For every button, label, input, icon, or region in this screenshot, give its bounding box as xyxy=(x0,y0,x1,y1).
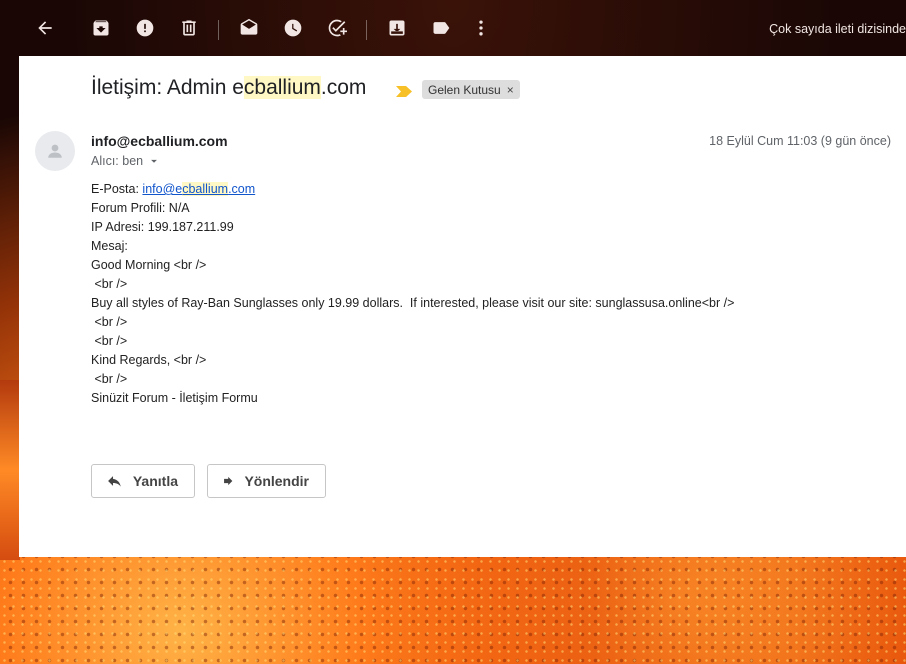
label-icon[interactable] xyxy=(429,16,453,40)
remove-label-icon[interactable]: × xyxy=(507,83,514,97)
recipient-details[interactable]: Alıcı: ben xyxy=(91,154,161,168)
more-icon[interactable] xyxy=(469,16,493,40)
importance-marker-icon[interactable] xyxy=(396,84,412,102)
body-line: Good Morning <br /> xyxy=(91,258,207,272)
email-line: E-Posta: info@ecballium.com xyxy=(91,182,256,196)
toolbar: Çok sayıda ileti dizisinde xyxy=(0,0,906,56)
person-icon xyxy=(48,144,62,158)
body-line: <br /> xyxy=(91,315,128,329)
back-arrow-icon[interactable] xyxy=(33,16,57,40)
sender-email[interactable]: info@ecballium.com xyxy=(91,133,228,149)
snooze-icon[interactable] xyxy=(281,16,305,40)
body-line: Forum Profili: N/A xyxy=(91,201,190,215)
email-subject: İletişim: Admin ecballium.com xyxy=(91,76,367,99)
body-line: Buy all styles of Ray-Ban Sunglasses onl… xyxy=(91,296,735,310)
archive-icon[interactable] xyxy=(89,16,113,40)
label-chip-inbox: Gelen Kutusu × xyxy=(422,80,520,99)
background-texture xyxy=(0,557,906,664)
body-line: <br /> xyxy=(91,372,128,386)
body-line: <br /> xyxy=(91,277,128,291)
body-line: Kind Regards, <br /> xyxy=(91,353,207,367)
report-spam-icon[interactable] xyxy=(133,16,157,40)
forward-icon xyxy=(224,476,233,486)
email-body: E-Posta: info@ecballium.com Forum Profil… xyxy=(91,180,734,408)
reply-button[interactable]: Yanıtla xyxy=(91,464,195,498)
mark-unread-icon[interactable] xyxy=(237,16,261,40)
body-line: Mesaj: xyxy=(91,239,128,253)
toolbar-divider xyxy=(218,20,219,40)
body-line: Sinüzit Forum - İletişim Formu xyxy=(91,391,258,405)
add-task-icon[interactable] xyxy=(325,16,349,40)
body-line: <br /> xyxy=(91,334,128,348)
reply-icon xyxy=(108,476,121,487)
body-line: IP Adresi: 199.187.211.99 xyxy=(91,220,234,234)
avatar[interactable] xyxy=(35,131,75,171)
email-date: 18 Eylül Cum 11:03 (9 gün önce) xyxy=(709,134,891,148)
toolbar-divider xyxy=(366,20,367,40)
label-chip-text: Gelen Kutusu xyxy=(428,82,501,97)
delete-icon[interactable] xyxy=(177,16,201,40)
email-link[interactable]: info@ecballium.com xyxy=(142,182,255,196)
email-panel: İletişim: Admin ecballium.com Gelen Kutu… xyxy=(19,56,906,557)
thread-count-text: Çok sayıda ileti dizisinde xyxy=(769,22,906,36)
forward-button[interactable]: Yönlendir xyxy=(207,464,326,498)
recipient-text: Alıcı: ben xyxy=(91,154,144,168)
chevron-down-icon xyxy=(151,159,158,163)
background-glow xyxy=(0,380,20,560)
move-to-icon[interactable] xyxy=(385,16,409,40)
